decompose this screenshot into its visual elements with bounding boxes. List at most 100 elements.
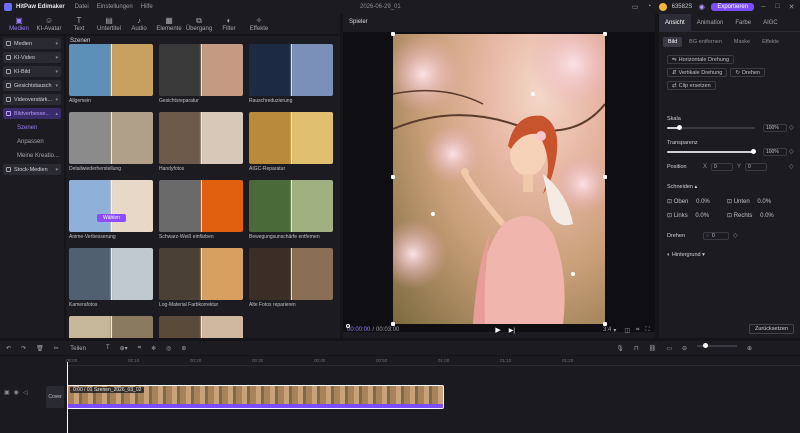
magnet-icon[interactable]: ⊓ <box>634 345 639 352</box>
tool-untertitel[interactable]: ▤ Untertitel <box>94 16 124 34</box>
scene-card[interactable]: Rauschreduzierung <box>249 44 333 104</box>
tool-text[interactable]: T Text <box>64 16 94 34</box>
menu-hilfe[interactable]: Hilfe <box>141 4 153 10</box>
tool-elemente[interactable]: ▦ Elemente <box>154 16 184 34</box>
scene-card[interactable]: Bewegungsunschärfe entfernen <box>249 180 333 240</box>
keyframe-icon[interactable]: ◇ <box>789 148 794 155</box>
crop-bottom[interactable]: ⊡ Unten 0.0% <box>727 198 771 205</box>
sidebar-sub-anpassen[interactable]: Anpassen <box>3 136 61 147</box>
tab-farbe[interactable]: Farbe <box>729 14 757 32</box>
preview-stage[interactable] <box>343 32 655 332</box>
sidebar-sub-meine-kreationen[interactable]: Meine Kreatio... <box>3 150 61 161</box>
zoom-out-icon[interactable]: ⊖ <box>682 345 687 352</box>
tab-animation[interactable]: Animation <box>691 14 730 32</box>
subtab-maske[interactable]: Maske <box>729 37 755 47</box>
scene-thumbnail[interactable] <box>249 180 333 232</box>
split-button[interactable]: ✂ Teilen <box>54 345 96 352</box>
export-button[interactable]: Exportieren <box>711 2 754 11</box>
speed-icon[interactable]: ⊕▾ <box>120 345 128 352</box>
menu-datei[interactable]: Datei <box>75 4 89 10</box>
tool-audio[interactable]: ♪ Audio <box>124 16 154 34</box>
zoom-in-icon[interactable]: ⊕ <box>747 345 752 352</box>
scale-slider-knob[interactable] <box>677 125 682 130</box>
video-clip[interactable]: 0:00 / 01 Szenen_2026_03_02 <box>67 385 444 409</box>
opacity-slider-knob[interactable] <box>751 149 756 154</box>
minimize-icon[interactable]: – <box>759 2 768 11</box>
notification-icon[interactable]: ◔ <box>645 2 654 11</box>
zoom-knob[interactable] <box>703 343 709 348</box>
sidebar-item-bildverbesserung[interactable]: Bildverbesse... ▴ <box>3 108 61 119</box>
progress-marker[interactable] <box>346 324 350 328</box>
scale-slider[interactable] <box>667 125 755 130</box>
replace-clip-button[interactable]: ⇄ Clip ersetzen <box>667 81 716 90</box>
keyframe-icon[interactable]: ◇ <box>733 232 738 239</box>
lock-icon[interactable]: ▣ <box>4 389 10 396</box>
tab-aigc[interactable]: AIGC <box>757 14 784 32</box>
mask-icon[interactable]: ◎ <box>166 345 171 352</box>
scene-card[interactable]: Allgemein <box>69 44 153 104</box>
scene-card[interactable]: Gesichtsreparatur <box>159 44 243 104</box>
maximize-icon[interactable]: □ <box>773 2 782 11</box>
scene-card[interactable]: Log-Material Farbkorrektur <box>159 248 243 308</box>
scene-card[interactable]: Schwarz-Weiß einfärben <box>159 180 243 240</box>
scene-card[interactable]: Wählen Anime-Verbesserung <box>69 180 153 240</box>
rotate-input[interactable]: ◌ 0 <box>703 232 729 240</box>
scene-card[interactable]: AIGC-Reparatur <box>249 112 333 172</box>
scene-thumbnail[interactable] <box>69 44 153 96</box>
scene-thumbnail[interactable] <box>69 112 153 164</box>
crop-right[interactable]: ⊡ Rechts 0.0% <box>727 212 774 219</box>
sidebar-item-medien[interactable]: Medien ▾ <box>3 38 61 49</box>
preview-image[interactable] <box>393 34 605 324</box>
visibility-icon[interactable]: ◉ <box>14 389 19 396</box>
rotate-button[interactable]: ↻ Drehen <box>730 68 765 77</box>
scene-card[interactable] <box>159 316 243 338</box>
add-credits-icon[interactable]: ◉ <box>697 2 706 11</box>
zoom-slider[interactable] <box>697 343 738 348</box>
freeze-icon[interactable]: ❄ <box>151 345 156 352</box>
scene-thumbnail[interactable] <box>159 44 243 96</box>
close-icon[interactable]: ✕ <box>787 2 796 11</box>
tab-ansicht[interactable]: Ansicht <box>659 13 691 32</box>
scene-thumbnail[interactable] <box>249 248 333 300</box>
fullscreen-icon[interactable]: ⛶ <box>645 327 649 334</box>
keyframe-icon[interactable]: ◇ <box>789 163 794 170</box>
tool-effekte[interactable]: ✧ Effekte <box>244 16 274 34</box>
keyframe-icon[interactable]: ◇ <box>789 124 794 131</box>
crop-tool-icon[interactable]: ⌗ <box>138 345 141 352</box>
scene-thumbnail[interactable] <box>249 112 333 164</box>
position-y-input[interactable]: 0 <box>745 163 767 171</box>
timeline-ruler[interactable]: 00:00 00:10 00:20 00:30 00:40 00:50 01:00 01:10… <box>66 356 800 366</box>
scene-thumbnail[interactable] <box>159 180 243 232</box>
select-scene-button[interactable]: Wählen <box>97 214 126 222</box>
scene-card[interactable]: Handyfotos <box>159 112 243 172</box>
sidebar-item-gesichtstausch[interactable]: Gesichtstausch ▾ <box>3 80 61 91</box>
scale-value[interactable]: 100% <box>763 124 787 132</box>
subtab-bild[interactable]: Bild <box>663 37 683 47</box>
tool-ki-avatar[interactable]: ☺ KI-Avatar <box>34 16 64 34</box>
horizontal-flip-button[interactable]: ⇋ Horizontale Drehung <box>667 55 735 64</box>
tool-medien[interactable]: ▣ Medien <box>4 16 34 34</box>
cover-button[interactable]: Cover <box>46 386 64 408</box>
ai-icon[interactable]: ⊛ <box>181 345 186 352</box>
background-toggle[interactable]: ◐ Hintergrund ▾ <box>667 252 705 258</box>
resize-handle-right[interactable] <box>603 175 607 179</box>
crop-top[interactable]: ⊡ Oben 0.0% <box>667 198 710 205</box>
resize-handle-top-right[interactable] <box>603 32 607 36</box>
vertical-flip-button[interactable]: ⇵ Vertikale Drehung <box>667 68 728 77</box>
menu-einstellungen[interactable]: Einstellungen <box>97 4 133 10</box>
crop-left[interactable]: ⊡ Links 0.0% <box>667 212 709 219</box>
screenshot-icon[interactable]: ◫ <box>624 327 630 334</box>
opacity-value[interactable]: 100% <box>763 148 787 156</box>
sidebar-item-stock-medien[interactable]: Stock-Medien ▾ <box>3 164 61 175</box>
marker-icon[interactable]: 🎙 <box>616 345 624 352</box>
scene-thumbnail[interactable]: Wählen <box>69 180 153 232</box>
scene-thumbnail[interactable] <box>159 248 243 300</box>
tool-filter[interactable]: ◐ Filter <box>214 16 244 34</box>
crop-icon[interactable]: ⌗ <box>636 327 639 334</box>
sidebar-item-ki-video[interactable]: KI-Video ▾ <box>3 52 61 63</box>
position-x-input[interactable]: 0 <box>711 163 733 171</box>
sidebar-sub-szenen[interactable]: Szenen <box>3 122 61 133</box>
opacity-slider[interactable] <box>667 149 756 154</box>
scene-card[interactable]: Kamerafotos <box>69 248 153 308</box>
text-tool-icon[interactable]: T <box>106 345 110 351</box>
